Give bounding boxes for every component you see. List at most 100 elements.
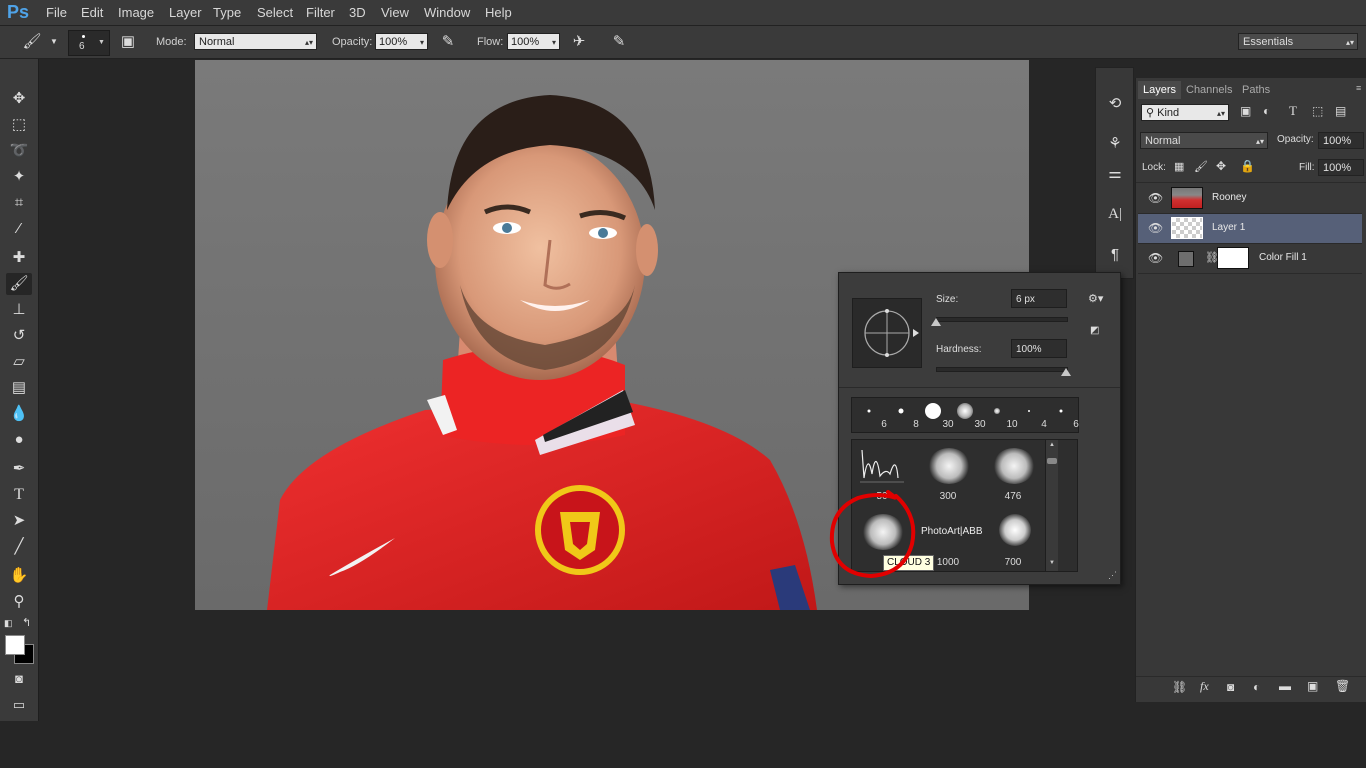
fx-icon[interactable]: fx [1200,679,1209,694]
size-slider-thumb[interactable] [931,318,941,326]
menu-3d[interactable]: 3D [349,5,366,20]
type-tool-icon[interactable]: T [6,484,32,506]
brush-panel-icon[interactable]: ⚌ [1103,163,1127,185]
crop-tool-icon[interactable]: ⌗ [6,192,32,214]
tab-paths[interactable]: Paths [1237,81,1275,99]
menu-window[interactable]: Window [424,5,470,20]
menu-select[interactable]: Select [257,5,293,20]
brush-picker-button[interactable]: 6 ▼ [68,30,110,56]
opacity-input[interactable]: 100% ▾ [375,33,428,50]
brush-preset[interactable]: 30 [950,400,986,430]
gear-icon[interactable]: ⚙▾ [1088,292,1103,305]
tab-channels[interactable]: Channels [1181,81,1237,99]
brush-presets-panel-icon[interactable]: ⚘ [1103,133,1127,155]
menu-view[interactable]: View [381,5,409,20]
brush-preset[interactable]: 8 [886,400,919,430]
brush-tool-preset-icon[interactable]: 🖌 [22,32,42,52]
new-preset-icon[interactable]: ◩ [1090,325,1099,336]
line-tool-icon[interactable]: ╱ [6,536,32,558]
history-brush-tool-icon[interactable]: ↺ [6,325,32,347]
layer-name[interactable]: Rooney [1212,192,1246,203]
new-layer-icon[interactable]: ▣ [1307,679,1318,693]
default-colors-icon[interactable]: ◧ [4,618,13,629]
blend-mode-select[interactable]: Normal ▴▾ [1140,132,1268,149]
scroll-down-icon[interactable]: ▼ [1049,560,1055,566]
filter-kind-select[interactable]: ⚲ Kind ▴▾ [1141,104,1229,121]
scrollbar-thumb[interactable] [1047,458,1057,464]
hand-tool-icon[interactable]: ✋ [6,565,32,587]
layer-row-rooney[interactable]: 👁 Rooney [1138,184,1362,214]
layer-opacity-input[interactable]: 100% [1318,132,1364,149]
brush-preset[interactable]: 6 [854,400,887,430]
add-mask-icon[interactable]: ◙ [1227,680,1234,694]
foreground-color-swatch[interactable] [5,635,25,655]
scroll-up-icon[interactable]: ▲ [1049,442,1055,448]
brush-cell[interactable]: 300 [918,440,978,504]
airbrush-icon[interactable]: ✈ [569,32,589,52]
hardness-input[interactable]: 100% [1011,339,1067,358]
menu-file[interactable]: File [46,5,67,20]
chevron-down-icon[interactable]: ▼ [44,32,64,52]
marquee-tool-icon[interactable]: ⬚ [6,114,32,136]
eye-visibility-icon[interactable]: 👁 [1148,191,1163,205]
character-panel-icon[interactable]: A| [1103,203,1127,225]
workspace-select[interactable]: Essentials ▴▾ [1238,33,1358,50]
brush-preset[interactable]: 4 [1014,400,1047,430]
layer-row-color-fill-1[interactable]: 👁 ⛓ Color Fill 1 [1138,244,1362,274]
brush-cell[interactable]: 700 [983,506,1043,570]
layer-name[interactable]: Color Fill 1 [1259,252,1307,263]
tab-layers[interactable]: Layers [1138,81,1182,99]
resize-grip-icon[interactable]: ⋰ [1108,570,1117,581]
menu-filter[interactable]: Filter [306,5,335,20]
zoom-tool-icon[interactable]: ⚲ [6,591,32,613]
brush-tool-icon[interactable]: 🖌 [6,273,32,295]
layer-row-layer-1[interactable]: 👁 Layer 1 [1138,214,1362,244]
eye-visibility-icon[interactable]: 👁 [1148,221,1163,235]
paragraph-panel-icon[interactable]: ¶ [1103,244,1127,266]
clone-stamp-tool-icon[interactable]: ⊥ [6,299,32,321]
lock-transparent-icon[interactable]: ▦ [1174,160,1184,173]
lasso-tool-icon[interactable]: ➰ [6,140,32,162]
size-input[interactable]: 6 px [1011,289,1067,308]
brush-cell[interactable]: 476 [983,440,1043,504]
layer-name[interactable]: Layer 1 [1212,222,1245,233]
lock-image-icon[interactable]: 🖌 [1194,160,1208,173]
path-selection-tool-icon[interactable]: ➤ [6,510,32,532]
pressure-opacity-icon[interactable]: ✎ [438,32,458,52]
magic-wand-tool-icon[interactable]: ✦ [6,166,32,188]
mode-select[interactable]: Normal ▴▾ [194,33,317,50]
menu-type[interactable]: Type [213,5,241,20]
filter-pixel-icon[interactable]: ▣ [1240,104,1251,118]
filter-shape-icon[interactable]: ⬚ [1312,104,1323,118]
healing-brush-tool-icon[interactable]: ✚ [6,247,32,269]
brush-preset[interactable]: 6 [1046,400,1079,430]
filter-adjustment-icon[interactable]: ◐ [1263,104,1270,118]
eyedropper-tool-icon[interactable]: ⁄ [6,218,32,240]
move-tool-icon[interactable]: ✥ [6,88,32,110]
eye-visibility-icon[interactable]: 👁 [1148,251,1163,265]
panel-menu-icon[interactable]: ≡ [1356,83,1361,93]
flow-input[interactable]: 100% ▾ [507,33,560,50]
hardness-slider[interactable] [936,367,1068,372]
blur-tool-icon[interactable]: 💧 [6,403,32,425]
lock-all-icon[interactable]: 🔒 [1240,159,1255,173]
size-slider[interactable] [936,317,1068,322]
new-group-icon[interactable]: ▬ [1279,679,1291,693]
dodge-tool-icon[interactable]: ● [6,429,32,451]
brush-panel-toggle-icon[interactable]: ▣ [118,32,138,52]
history-panel-icon[interactable]: ⟲ [1103,93,1127,115]
pressure-size-icon[interactable]: ✎ [609,32,629,52]
brush-preset[interactable]: 10 [982,400,1018,430]
link-layers-icon[interactable]: ⛓ [1172,680,1187,694]
menu-help[interactable]: Help [485,5,512,20]
hardness-slider-thumb[interactable] [1061,368,1071,376]
menu-edit[interactable]: Edit [81,5,103,20]
pen-tool-icon[interactable]: ✒ [6,458,32,480]
adjustment-layer-icon[interactable]: ◐ [1253,680,1260,694]
menu-image[interactable]: Image [118,5,154,20]
fill-input[interactable]: 100% [1318,159,1364,176]
gradient-tool-icon[interactable]: ▤ [6,377,32,399]
brush-angle-preview[interactable] [852,298,922,368]
filter-smart-object-icon[interactable]: ▤ [1335,104,1346,118]
filter-type-icon[interactable]: T [1289,103,1297,119]
